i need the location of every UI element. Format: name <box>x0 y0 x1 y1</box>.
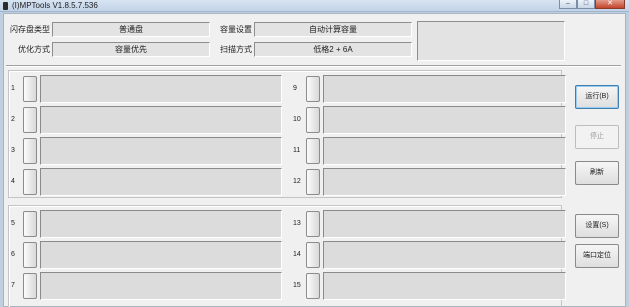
divider <box>6 65 621 67</box>
port-status-bar <box>323 272 566 300</box>
port-number: 4 <box>11 178 15 185</box>
settings-button[interactable]: 设置(S) <box>575 214 619 238</box>
port-locate-button[interactable]: 端口定位 <box>575 244 619 268</box>
port-number: 11 <box>293 147 301 154</box>
optimize-field[interactable]: 容量优先 <box>52 42 210 57</box>
port-select-button[interactable] <box>306 211 320 237</box>
maximize-button[interactable]: □ <box>577 0 595 9</box>
port-select-button[interactable] <box>23 273 37 299</box>
port-number: 14 <box>293 251 301 258</box>
port-select-button[interactable] <box>306 273 320 299</box>
port-number: 12 <box>293 178 301 185</box>
window-title: (I)MPTools V1.8.5.7.536 <box>12 1 98 10</box>
port-status-bar <box>40 241 282 269</box>
port-select-button[interactable] <box>23 76 37 102</box>
port-select-button[interactable] <box>306 76 320 102</box>
port-status-bar <box>40 137 282 165</box>
status-display <box>417 21 565 61</box>
port-select-button[interactable] <box>306 169 320 195</box>
port-status-bar <box>323 210 566 238</box>
port-number: 9 <box>293 85 297 92</box>
port-status-bar <box>323 75 566 103</box>
port-number: 2 <box>11 116 15 123</box>
port-number: 15 <box>293 282 301 289</box>
port-select-button[interactable] <box>23 107 37 133</box>
app-icon <box>3 2 8 10</box>
port-select-button[interactable] <box>306 138 320 164</box>
port-number: 10 <box>293 116 301 123</box>
port-number: 13 <box>293 220 301 227</box>
port-status-bar <box>40 272 282 300</box>
main-panel: 闪存盘类型 普通盘 容量设置 自动计算容量 优化方式 容量优先 扫描方式 低格2… <box>3 13 626 307</box>
port-status-bar <box>40 75 282 103</box>
port-number: 1 <box>11 85 15 92</box>
close-button[interactable]: ✕ <box>595 0 625 9</box>
port-status-bar <box>323 137 566 165</box>
refresh-button[interactable]: 刷新 <box>575 161 619 185</box>
flash-type-label: 闪存盘类型 <box>10 25 50 34</box>
run-button[interactable]: 运行(B) <box>575 85 619 109</box>
port-number: 7 <box>11 282 15 289</box>
port-status-bar <box>40 106 282 134</box>
port-select-button[interactable] <box>23 242 37 268</box>
scan-label: 扫描方式 <box>220 45 252 54</box>
scan-field[interactable]: 低格2 + 6A <box>254 42 412 57</box>
port-status-bar <box>40 168 282 196</box>
port-status-bar <box>40 210 282 238</box>
port-select-button[interactable] <box>306 242 320 268</box>
port-select-button[interactable] <box>23 169 37 195</box>
flash-type-field[interactable]: 普通盘 <box>52 22 210 37</box>
capacity-label: 容量设置 <box>220 25 252 34</box>
port-select-button[interactable] <box>23 138 37 164</box>
port-select-button[interactable] <box>23 211 37 237</box>
optimize-label: 优化方式 <box>18 45 50 54</box>
title-bar[interactable]: (I)MPTools V1.8.5.7.536 – □ ✕ <box>0 0 629 12</box>
minimize-button[interactable]: – <box>559 0 577 9</box>
capacity-field[interactable]: 自动计算容量 <box>254 22 412 37</box>
port-select-button[interactable] <box>306 107 320 133</box>
port-status-bar <box>323 106 566 134</box>
port-number: 6 <box>11 251 15 258</box>
port-number: 5 <box>11 220 15 227</box>
window-controls: – □ ✕ <box>559 0 625 9</box>
port-number: 3 <box>11 147 15 154</box>
stop-button[interactable]: 停止 <box>575 125 619 149</box>
port-status-bar <box>323 168 566 196</box>
port-status-bar <box>323 241 566 269</box>
